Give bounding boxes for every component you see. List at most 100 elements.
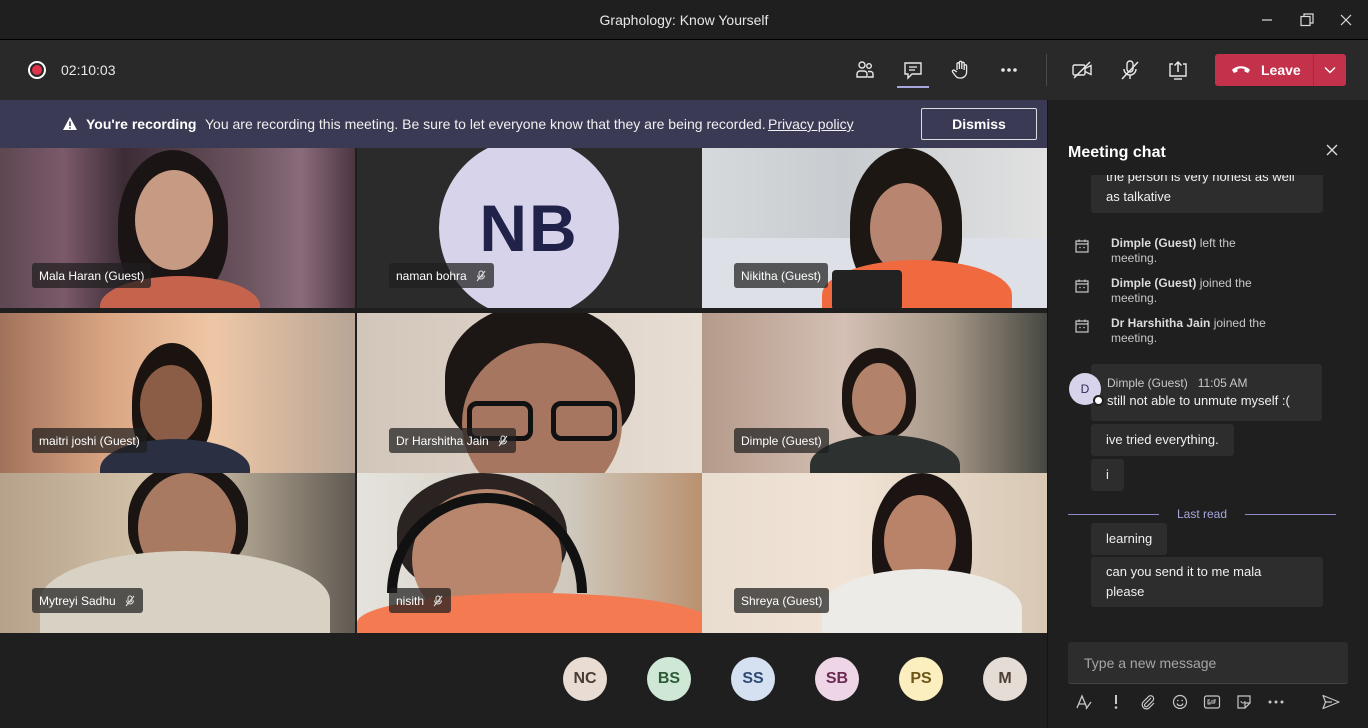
participant-name: nisith [396, 593, 425, 608]
format-icon[interactable] [1074, 692, 1094, 712]
avatar[interactable]: D [1069, 373, 1104, 406]
recording-icon [28, 61, 46, 79]
participant-name-label: naman bohra [389, 263, 494, 288]
event-user: Dr Harshitha Jain [1111, 316, 1211, 330]
video-tile[interactable]: Mala Haran (Guest) [0, 148, 355, 308]
emoji-icon[interactable] [1170, 692, 1190, 712]
dismiss-button[interactable]: Dismiss [921, 108, 1037, 140]
avatar[interactable]: SB [815, 657, 859, 701]
message-line: please [1106, 584, 1145, 599]
avatar[interactable]: BS [647, 657, 691, 701]
raise-hand-button[interactable] [947, 56, 975, 84]
message-input[interactable] [1068, 642, 1348, 683]
last-read-label: Last read [1176, 507, 1228, 521]
avatar[interactable]: PS [899, 657, 943, 701]
sticker-icon[interactable] [1234, 692, 1254, 712]
participant-name-label: Mytreyi Sadhu [32, 588, 143, 613]
mic-toggle-button[interactable] [1116, 56, 1144, 84]
message-text: i [1106, 467, 1109, 482]
leave-label: Leave [1261, 62, 1301, 78]
people-icon [856, 61, 874, 78]
participant-name-label: nisith [389, 588, 452, 613]
event-action-cont: meeting. [1111, 331, 1158, 345]
message-text: still not able to unmute myself :( [1107, 393, 1290, 408]
participant-name-label: Shreya (Guest) [734, 588, 830, 613]
divider [1046, 54, 1047, 86]
event-action: joined the [1199, 276, 1252, 290]
muted-mic-icon [475, 270, 487, 282]
chat-title: Meeting chat [1068, 144, 1166, 161]
attach-icon[interactable] [1138, 692, 1158, 712]
video-tile[interactable]: maitri joshi (Guest) [0, 313, 355, 473]
participant-name: Nikitha (Guest) [741, 268, 822, 283]
share-icon [1169, 60, 1187, 80]
video-tile[interactable]: Shreya (Guest) [702, 473, 1057, 633]
close-icon [1326, 144, 1338, 156]
event-action-cont: meeting. [1111, 291, 1158, 305]
avatar-initials: M [998, 670, 1012, 687]
meeting-control-bar: 02:10:03 Leave [0, 40, 1368, 100]
event-action: joined the [1213, 316, 1266, 330]
send-icon[interactable] [1321, 692, 1341, 712]
avatar[interactable]: M [983, 657, 1027, 701]
participant-name: Mytreyi Sadhu [39, 593, 116, 608]
avatar[interactable]: NC [563, 657, 607, 701]
participants-button[interactable] [851, 56, 879, 84]
meeting-chat-panel: Meeting chat the person is very honest a… [1047, 100, 1368, 728]
video-tile[interactable]: nisith [357, 473, 712, 633]
video-tile[interactable]: Mytreyi Sadhu [0, 473, 355, 633]
restore-icon[interactable] [1295, 8, 1319, 32]
compose-toolbar [1068, 690, 1348, 716]
participant-name-label: Dimple (Guest) [734, 428, 829, 453]
avatar[interactable]: SS [731, 657, 775, 701]
more-actions-button[interactable] [995, 56, 1023, 84]
video-tile[interactable]: Dimple (Guest) [702, 313, 1057, 473]
calendar-icon [1074, 278, 1098, 306]
event-user: Dimple (Guest) [1111, 276, 1197, 290]
chat-message: the person is very honest as well as tal… [1091, 175, 1323, 213]
participant-name: Dimple (Guest) [741, 433, 822, 448]
privacy-policy-link[interactable]: Privacy policy [768, 116, 854, 132]
share-screen-button[interactable] [1164, 56, 1192, 84]
video-tile[interactable]: Nikitha (Guest) [702, 148, 1057, 308]
event-action: left the [1199, 236, 1236, 250]
participant-name: Mala Haran (Guest) [39, 268, 145, 283]
message-text: learning [1106, 531, 1153, 546]
leave-main[interactable]: Leave [1215, 54, 1313, 86]
event-user: Dimple (Guest) [1111, 236, 1197, 250]
message-sender: Dimple (Guest) [1107, 376, 1188, 390]
video-tile[interactable]: Dr Harshitha Jain [357, 313, 712, 473]
camera-toggle-button[interactable] [1068, 56, 1096, 84]
event-action-cont: meeting. [1111, 251, 1158, 265]
system-event: Dr Harshitha Jain joined the meeting. [1074, 316, 1344, 346]
title-bar: Graphology: Know Yourself [0, 0, 1368, 40]
close-chat-button[interactable] [1322, 140, 1342, 160]
chat-message: i [1091, 459, 1124, 491]
avatar-initials: SB [825, 670, 849, 687]
camera-off-icon [1072, 61, 1092, 79]
muted-mic-icon [497, 435, 509, 447]
message-text: ive tried everything. [1106, 432, 1219, 447]
presence-icon [1093, 395, 1104, 406]
gif-icon[interactable] [1202, 692, 1222, 712]
compose-box[interactable] [1068, 642, 1348, 684]
more-icon [1001, 68, 1017, 72]
chat-icon [904, 62, 922, 80]
muted-mic-icon [432, 595, 444, 607]
participant-name-label: Nikitha (Guest) [734, 263, 829, 288]
chat-button[interactable] [899, 56, 927, 84]
calendar-icon [1074, 238, 1098, 266]
message-line: the person is very honest as well [1106, 175, 1295, 184]
important-icon[interactable] [1106, 692, 1126, 712]
leave-options-button[interactable] [1314, 66, 1346, 74]
window-title: Graphology: Know Yourself [599, 12, 769, 28]
video-tile[interactable]: NB naman bohra [357, 148, 712, 308]
close-window-icon[interactable] [1334, 8, 1358, 32]
more-options-icon[interactable] [1266, 692, 1286, 712]
message-line: can you send it to me mala [1106, 564, 1262, 579]
minimize-icon[interactable] [1255, 8, 1279, 32]
last-read-divider: Last read [1068, 507, 1337, 521]
leave-button[interactable]: Leave [1215, 54, 1346, 86]
active-tab-indicator [897, 86, 929, 88]
muted-mic-icon [124, 595, 136, 607]
